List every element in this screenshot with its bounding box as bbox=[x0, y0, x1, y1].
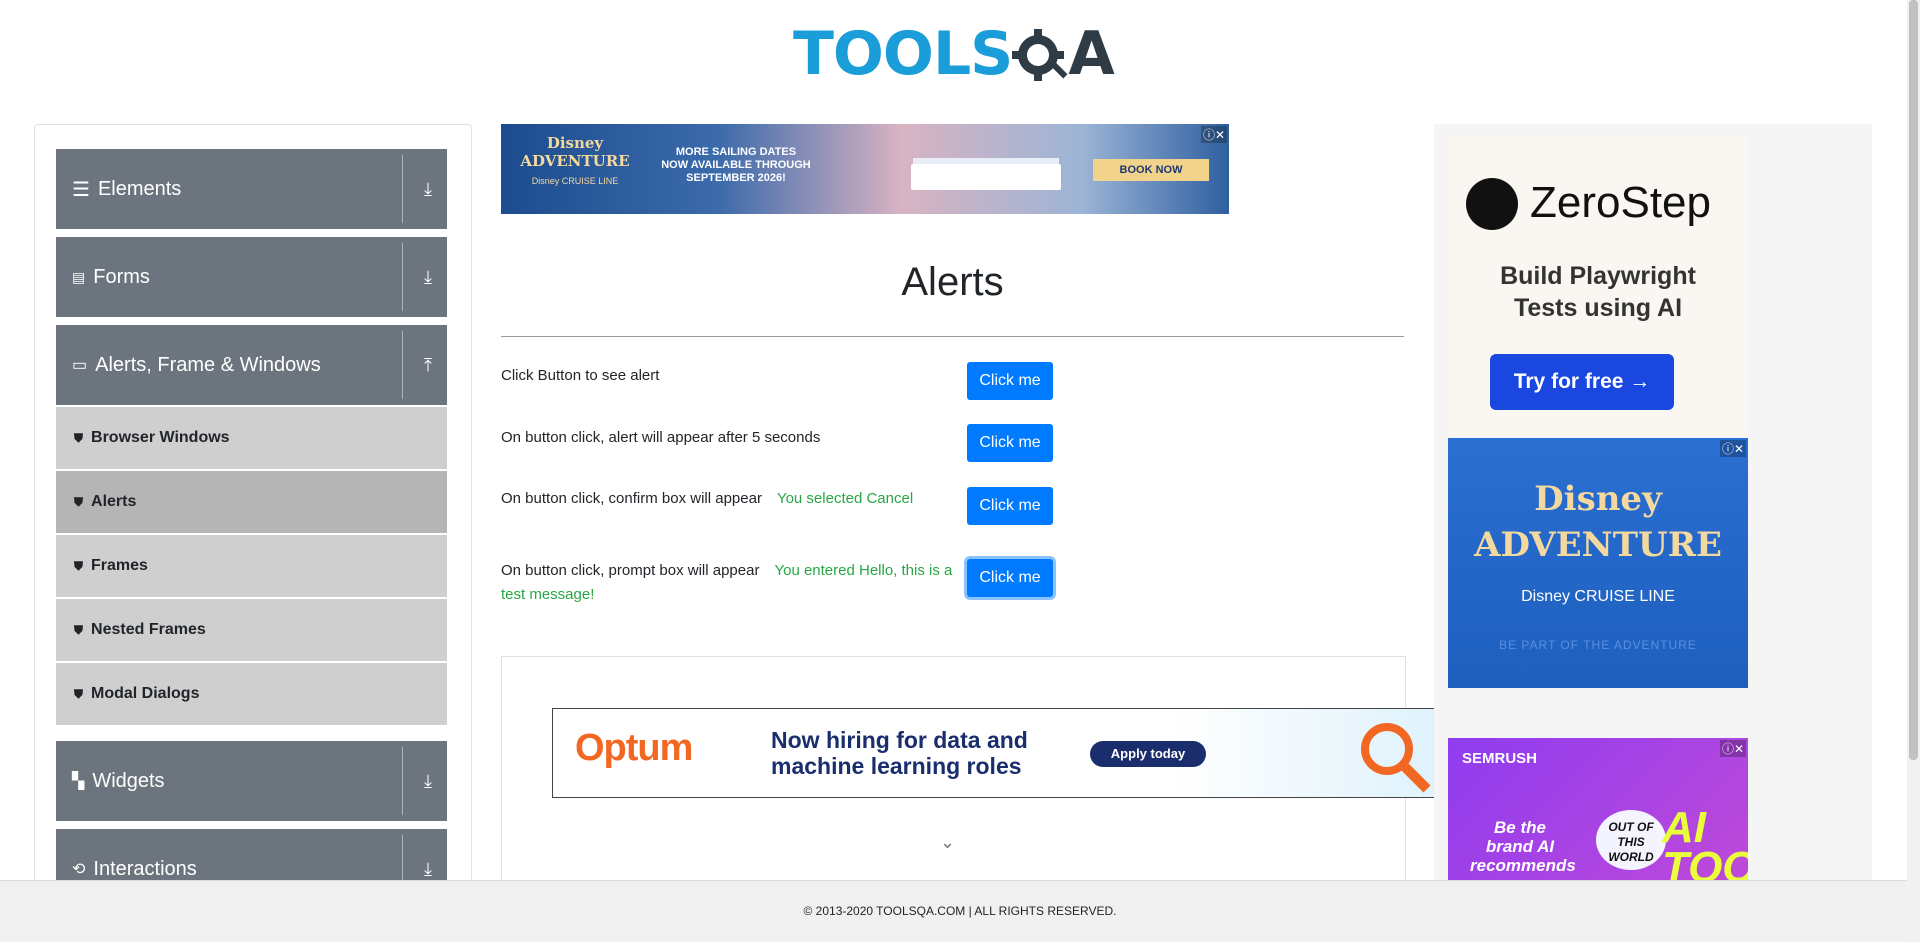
ad-brand: Disney ADVENTURE bbox=[1474, 479, 1722, 565]
html5-icon: ⛊ bbox=[74, 558, 84, 573]
ad-brand: ZeroStep bbox=[1530, 178, 1711, 227]
upload-icon: ⤒ bbox=[424, 355, 432, 375]
sidebar-group-widgets[interactable]: ▚ Widgets ⤓ bbox=[56, 741, 447, 821]
sidebar-item-nested-frames[interactable]: ⛊ Nested Frames bbox=[56, 599, 447, 661]
ad-badge: OUT OF THIS WORLD bbox=[1596, 810, 1666, 870]
html5-icon: ⛊ bbox=[74, 622, 84, 637]
window-icon: ▭ bbox=[72, 357, 88, 374]
row-label: On button click, confirm box will appear bbox=[501, 490, 762, 507]
alert-button[interactable]: Click me bbox=[967, 362, 1053, 400]
menu-icon: ☰ bbox=[72, 178, 90, 201]
download-icon: ⤓ bbox=[424, 179, 432, 199]
html5-icon: ⛊ bbox=[74, 686, 84, 701]
ad-close-icon[interactable]: ⓘ✕ bbox=[1719, 740, 1746, 757]
download-icon: ⤓ bbox=[424, 771, 432, 791]
prompt-button[interactable]: Click me bbox=[967, 559, 1053, 597]
optum-banner-ad[interactable]: Optum Now hiring for data and machine le… bbox=[552, 708, 1436, 798]
logo-text: TOOLS A bbox=[793, 19, 1115, 89]
sidebar-item-alerts[interactable]: ⛊ Alerts bbox=[56, 471, 447, 533]
cruise-ship-image bbox=[911, 164, 1061, 190]
footer: © 2013-2020 TOOLSQA.COM | ALL RIGHTS RES… bbox=[0, 880, 1920, 942]
sidebar-group-label: Alerts, Frame & Windows bbox=[95, 353, 321, 376]
form-icon: ▤ bbox=[72, 268, 86, 285]
zerostep-logo-icon bbox=[1466, 178, 1518, 230]
download-icon: ⤓ bbox=[424, 267, 432, 287]
divider bbox=[402, 747, 403, 815]
divider bbox=[402, 331, 403, 399]
ad-tagline: BE PART OF THE ADVENTURE bbox=[1499, 638, 1697, 652]
sidebar-item-label: Modal Dialogs bbox=[91, 685, 200, 702]
logo-text-tools: TOOLS bbox=[793, 19, 1013, 89]
divider bbox=[402, 155, 403, 223]
toolsqa-logo[interactable]: TOOLS A bbox=[793, 14, 1117, 94]
scrollbar-thumb[interactable] bbox=[1909, 0, 1918, 760]
confirm-button[interactable]: Click me bbox=[967, 487, 1053, 525]
ad-close-icon[interactable]: ⓘ✕ bbox=[1200, 126, 1227, 143]
magnifier-icon bbox=[1361, 723, 1431, 793]
sidebar-item-label: Frames bbox=[91, 557, 148, 574]
sidebar-group-forms[interactable]: ▤ Forms ⤓ bbox=[56, 237, 447, 317]
sidebar-group-label: Widgets bbox=[92, 769, 165, 792]
confirm-result: You selected Cancel bbox=[776, 490, 914, 507]
ad-subbrand: Disney CRUISE LINE bbox=[531, 176, 619, 186]
top-banner-ad[interactable]: Disney ADVENTURE Disney CRUISE LINE MORE… bbox=[501, 124, 1229, 214]
title-divider bbox=[501, 336, 1404, 337]
sidebar-item-browser-windows[interactable]: ⛊ Browser Windows bbox=[56, 407, 447, 469]
left-sidebar: ☰ Elements ⤓ ▤ Forms ⤓ ▭ Alerts, Frame & Wi… bbox=[34, 124, 472, 886]
ad-subbrand: Disney CRUISE LINE bbox=[1521, 588, 1675, 605]
row-label: On button click, prompt box will appear bbox=[501, 562, 760, 579]
semrush-ad[interactable]: SEMRUSH Be the brand AI recommends OUT O… bbox=[1448, 738, 1748, 898]
ad-text: Build Playwright Tests using AI bbox=[1500, 262, 1696, 322]
interactions-icon: ⟲ bbox=[72, 861, 86, 878]
ad-brand: SEMRUSH bbox=[1462, 750, 1538, 767]
sidebar-group-label: Interactions bbox=[93, 857, 197, 880]
footer-text: © 2013-2020 TOOLSQA.COM | ALL RIGHTS RES… bbox=[803, 904, 1117, 918]
ad-text: Be the brand AI recommends bbox=[1470, 818, 1576, 875]
ad-brand: Disney ADVENTURE bbox=[520, 134, 630, 170]
sidebar-item-modal-dialogs[interactable]: ⛊ Modal Dialogs bbox=[56, 663, 447, 725]
sidebar-group-interactions[interactable]: ⟲ Interactions ⤓ bbox=[56, 829, 447, 885]
sidebar-group-elements[interactable]: ☰ Elements ⤓ bbox=[56, 149, 447, 229]
disney-side-ad[interactable]: Disney ADVENTURE Disney CRUISE LINE BE P… bbox=[1448, 438, 1748, 688]
gear-q-icon bbox=[1012, 29, 1068, 82]
download-icon: ⤓ bbox=[424, 859, 432, 879]
sidebar-group-alerts-frame-windows[interactable]: ▭ Alerts, Frame & Windows ⤒ bbox=[56, 325, 447, 405]
page-title: Alerts bbox=[901, 260, 1004, 304]
sidebar-group-label: Elements bbox=[97, 177, 182, 200]
sidebar-item-label: Nested Frames bbox=[91, 621, 206, 638]
alert-row-3-text: On button click, confirm box will appear… bbox=[501, 487, 961, 511]
ad-text: MORE SAILING DATES NOW AVAILABLE THROUGH… bbox=[661, 146, 811, 184]
divider bbox=[402, 835, 403, 885]
ad-headline: AI TOOLKIT bbox=[1662, 803, 1748, 892]
divider bbox=[402, 243, 403, 311]
ad-cta-button[interactable]: BOOK NOW bbox=[1093, 159, 1209, 181]
ad-text: Now hiring for data and machine learning… bbox=[771, 727, 1028, 779]
alert-row-4-text: On button click, prompt box will appear Y… bbox=[501, 559, 961, 607]
chevron-down-icon[interactable]: ⌄ bbox=[940, 832, 955, 853]
html5-icon: ⛊ bbox=[74, 430, 84, 445]
sidebar-group-label: Forms bbox=[93, 265, 150, 288]
row-label: Click Button to see alert bbox=[501, 367, 660, 384]
sidebar-item-frames[interactable]: ⛊ Frames bbox=[56, 535, 447, 597]
ad-cta-button[interactable]: Try for free → bbox=[1490, 354, 1674, 410]
html5-icon: ⛊ bbox=[74, 494, 84, 509]
row-label: On button click, alert will appear after… bbox=[501, 429, 821, 446]
alert-row-2-text: On button click, alert will appear after… bbox=[501, 426, 820, 450]
ad-cta-button[interactable]: Apply today bbox=[1090, 741, 1206, 767]
timer-alert-button[interactable]: Click me bbox=[967, 424, 1053, 462]
logo-text-a: A bbox=[1068, 19, 1114, 89]
sidebar-item-label: Alerts bbox=[91, 493, 137, 510]
alert-row-1-text: Click Button to see alert bbox=[501, 364, 659, 388]
sidebar-item-label: Browser Windows bbox=[91, 429, 230, 446]
ad-brand: Optum bbox=[575, 727, 693, 769]
zerostep-ad[interactable]: ZeroStep Build Playwright Tests using AI… bbox=[1448, 136, 1748, 436]
widgets-icon: ▚ bbox=[72, 773, 85, 790]
ad-close-icon[interactable]: ⓘ✕ bbox=[1719, 440, 1746, 457]
